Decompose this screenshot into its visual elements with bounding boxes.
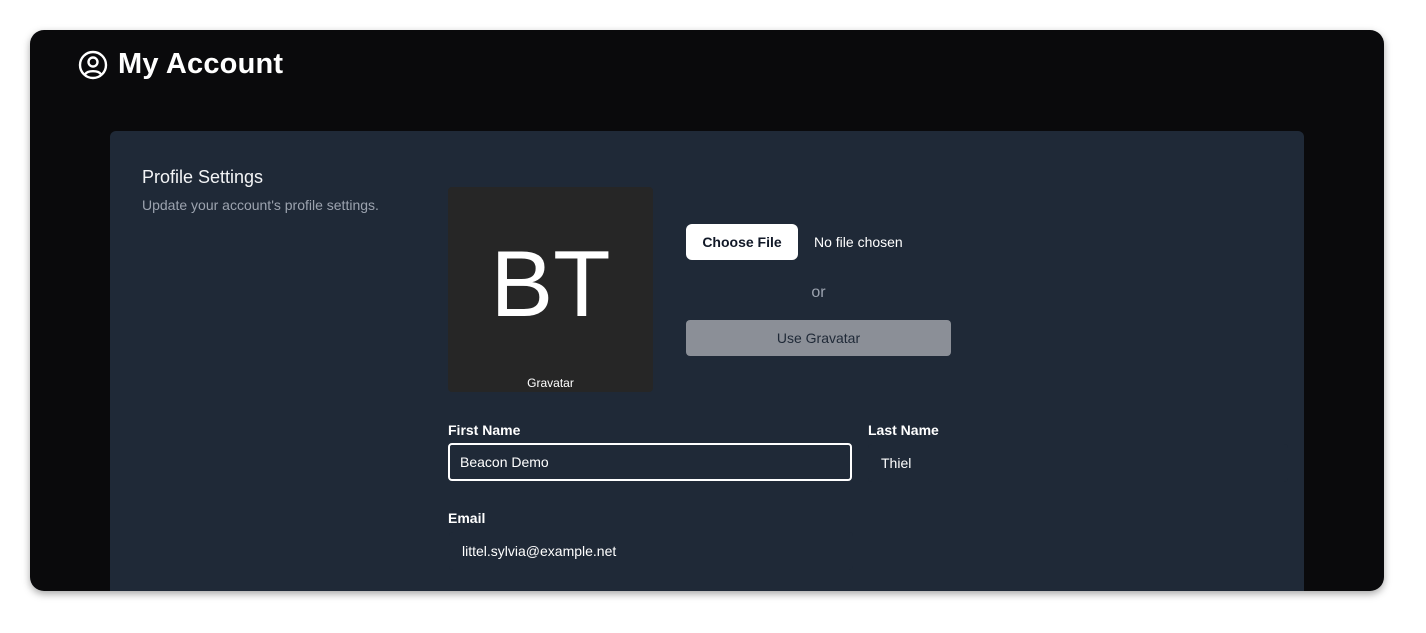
choose-file-button[interactable]: Choose File [686, 224, 798, 260]
avatar-caption: Gravatar [527, 376, 574, 390]
last-name-label: Last Name [868, 422, 939, 438]
email-input[interactable] [449, 532, 853, 570]
use-gravatar-button[interactable]: Use Gravatar [686, 320, 951, 356]
or-separator: or [811, 284, 826, 301]
avatar-initials: BT [490, 231, 611, 336]
file-status-text: No file chosen [814, 234, 903, 250]
section-description: Update your account's profile settings. [142, 197, 379, 213]
section-title: Profile Settings [142, 167, 264, 187]
first-name-input[interactable] [448, 443, 852, 481]
profile-settings-card: Profile Settings Update your account's p… [110, 131, 1304, 591]
user-circle-icon [78, 50, 108, 79]
last-name-input[interactable] [868, 444, 1288, 482]
app-window: My Account Profile Settings Update your … [30, 30, 1384, 591]
first-name-label: First Name [448, 422, 521, 438]
avatar: BT Gravatar [448, 187, 653, 392]
page-header: My Account [78, 48, 283, 81]
page-title: My Account [118, 48, 284, 80]
email-label: Email [448, 510, 486, 526]
